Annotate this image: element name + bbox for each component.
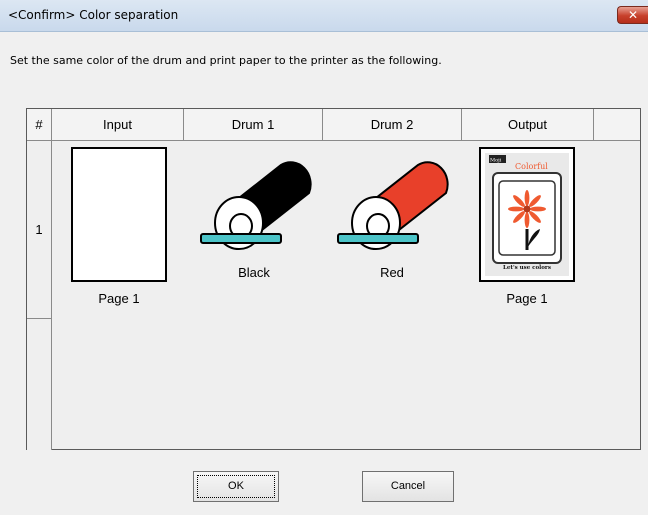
drum-2-label: Red [380,265,404,280]
title-bar: <Confirm> Color separation ✕ [0,0,648,32]
close-icon: ✕ [627,8,639,22]
column-header-drum-2: Drum 2 [323,109,462,141]
input-page-label: Page 1 [98,291,140,306]
column-header-empty [594,109,640,141]
ok-button[interactable]: OK [193,471,279,502]
row-header-empty [27,319,52,450]
window-title: <Confirm> Color separation [8,8,179,22]
column-header-drum-1: Drum 1 [184,109,323,141]
cancel-button-label: Cancel [390,480,426,492]
input-page-thumbnail [71,147,167,282]
svg-text:Moji: Moji [490,158,502,164]
drum-1-icon [200,161,312,250]
row-header-1[interactable]: 1 [27,141,52,319]
instruction-text: Set the same color of the drum and print… [10,54,442,67]
separation-table: # Input Drum 1 Drum 2 Output 1 Page 1 Bl… [26,108,641,450]
cancel-button[interactable]: Cancel [362,471,454,502]
column-header-input: Input [52,109,184,141]
close-button[interactable]: ✕ [617,6,648,24]
column-header-output: Output [462,109,594,141]
focus-ring [197,475,275,498]
flower-illustration: Moji Colorful Let's use colors [485,153,569,276]
drum-1-label: Black [238,265,270,280]
column-header-number: # [27,109,52,141]
drum-2-icon [337,161,449,250]
output-page-thumbnail: Moji Colorful Let's use colors [479,147,575,282]
svg-text:Let's use colors: Let's use colors [503,265,551,271]
svg-text:Colorful: Colorful [515,162,548,171]
output-page-label: Page 1 [506,291,548,306]
